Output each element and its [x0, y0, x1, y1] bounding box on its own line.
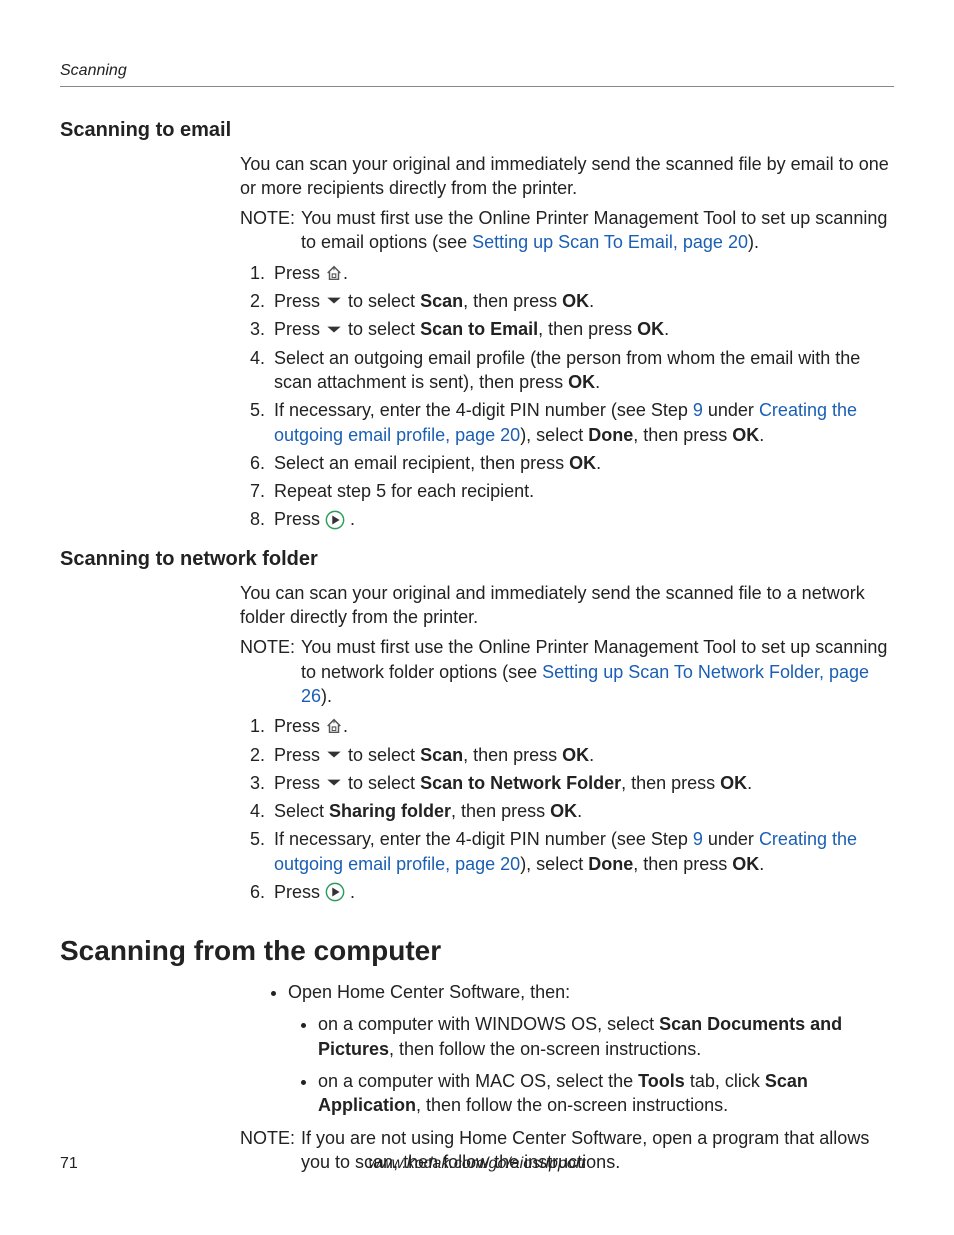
step-3: Press to select Scan to Email, then pres…: [270, 317, 894, 341]
down-arrow-icon: [325, 325, 343, 335]
link-setup-scan-to-email[interactable]: Setting up Scan To Email, page 20: [472, 232, 748, 252]
steps-email: Press . Press to select Scan, then press…: [240, 261, 894, 532]
step-1: Press .: [270, 261, 894, 285]
sub-bullet-mac: on a computer with MAC OS, select the To…: [318, 1069, 894, 1118]
intro-network: You can scan your original and immediate…: [240, 581, 894, 630]
step-2: Press to select Scan, then press OK.: [270, 289, 894, 313]
step-8: Press .: [270, 507, 894, 531]
note-label: NOTE:: [240, 206, 295, 255]
sub-bullet-windows: on a computer with WINDOWS OS, select Sc…: [318, 1012, 894, 1061]
step-3: Press to select Scan to Network Folder, …: [270, 771, 894, 795]
note-email: NOTE: You must first use the Online Prin…: [240, 206, 894, 255]
bullet-open-home-center: Open Home Center Software, then: on a co…: [288, 980, 894, 1117]
step-5: If necessary, enter the 4-digit PIN numb…: [270, 827, 894, 876]
note-body: You must first use the Online Printer Ma…: [301, 635, 894, 708]
note-body: You must first use the Online Printer Ma…: [301, 206, 894, 255]
step-5: If necessary, enter the 4-digit PIN numb…: [270, 398, 894, 447]
step-7: Repeat step 5 for each recipient.: [270, 479, 894, 503]
down-arrow-icon: [325, 778, 343, 788]
running-header: Scanning: [60, 60, 894, 87]
step-1: Press .: [270, 714, 894, 738]
start-icon: [325, 882, 345, 902]
link-step-9[interactable]: 9: [693, 829, 703, 849]
step-6: Press .: [270, 880, 894, 904]
heading-scanning-from-computer: Scanning from the computer: [60, 932, 894, 970]
down-arrow-icon: [325, 750, 343, 760]
heading-scan-to-email: Scanning to email: [60, 117, 894, 144]
step-6: Select an email recipient, then press OK…: [270, 451, 894, 475]
heading-scan-to-network-folder: Scanning to network folder: [60, 546, 894, 573]
steps-network: Press . Press to select Scan, then press…: [240, 714, 894, 904]
home-icon: [325, 264, 343, 282]
step-4: Select Sharing folder, then press OK.: [270, 799, 894, 823]
home-icon: [325, 717, 343, 735]
note-network: NOTE: You must first use the Online Prin…: [240, 635, 894, 708]
down-arrow-icon: [325, 296, 343, 306]
page-footer: 71 www.kodak.com/go/aiosupport: [60, 1153, 894, 1175]
note-label: NOTE:: [240, 635, 295, 708]
intro-email: You can scan your original and immediate…: [240, 152, 894, 201]
bullets-computer: Open Home Center Software, then: on a co…: [240, 980, 894, 1117]
footer-url: www.kodak.com/go/aiosupport: [369, 1153, 586, 1175]
step-2: Press to select Scan, then press OK.: [270, 743, 894, 767]
start-icon: [325, 510, 345, 530]
link-step-9[interactable]: 9: [693, 400, 703, 420]
page-number: 71: [60, 1153, 78, 1175]
step-4: Select an outgoing email profile (the pe…: [270, 346, 894, 395]
